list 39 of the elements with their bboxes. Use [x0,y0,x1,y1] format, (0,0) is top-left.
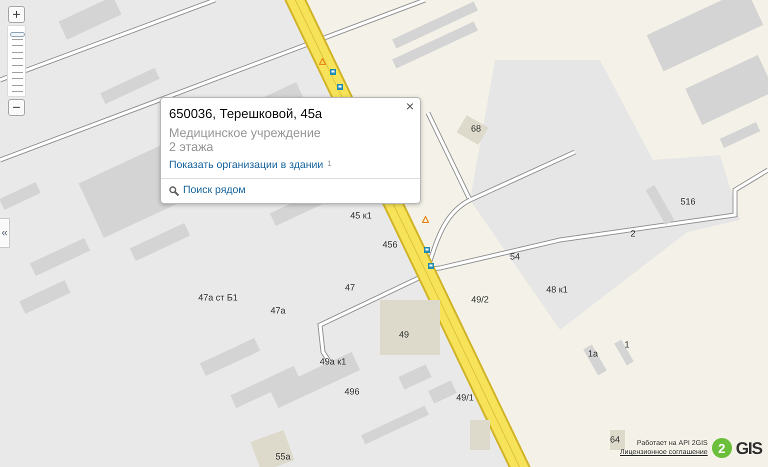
building-number: 456 [382,240,398,250]
search-nearby-link[interactable]: Поиск рядом [183,182,246,198]
building-number: 64 [610,436,620,444]
building-number: 55а [275,452,291,462]
organizations-link[interactable]: Показать организации в здании [169,158,324,174]
building-number: 49 [399,330,409,340]
search-icon [169,186,179,196]
building-number: 49а к1 [320,358,346,366]
bus-stop-icon [337,84,343,90]
close-button[interactable]: × [404,99,416,113]
building-number: 47 [345,284,355,292]
zoom-out-button[interactable]: − [8,99,25,116]
category-text: Медицинское учреждение [169,126,322,140]
zoom-in-button[interactable]: + [8,6,25,23]
building-number: 49/2 [471,296,489,304]
building-number: 47а ст Б1 [198,294,238,302]
organization-count: 1 [327,158,332,170]
building-number: 47а [270,306,286,316]
bus-stop-icon [428,263,434,269]
building-number: 1а [588,350,598,358]
triangle-icon [319,58,326,65]
bus-stop-icon [330,69,336,75]
building-number: 48 к1 [546,286,568,294]
bus-stop-icon [424,247,430,253]
triangle-icon [422,216,429,223]
address-title: 650036, Терешковой, 45а [169,106,322,122]
building-number: 68 [471,124,481,134]
building-number: 1 [624,340,630,350]
collapse-button[interactable]: « [0,218,10,248]
building-number: 2 [630,230,636,238]
building-number: 45 к1 [350,212,372,220]
slider-thumb[interactable] [10,32,25,38]
logo-text: GIS [736,438,762,460]
floors-text: 2 этажа [169,140,214,154]
building-number: 496 [344,388,360,396]
zoom-slider[interactable] [7,25,26,97]
building-number: 49/1 [456,394,474,402]
building-number: 54 [510,252,520,262]
building-number: 516 [680,198,696,206]
